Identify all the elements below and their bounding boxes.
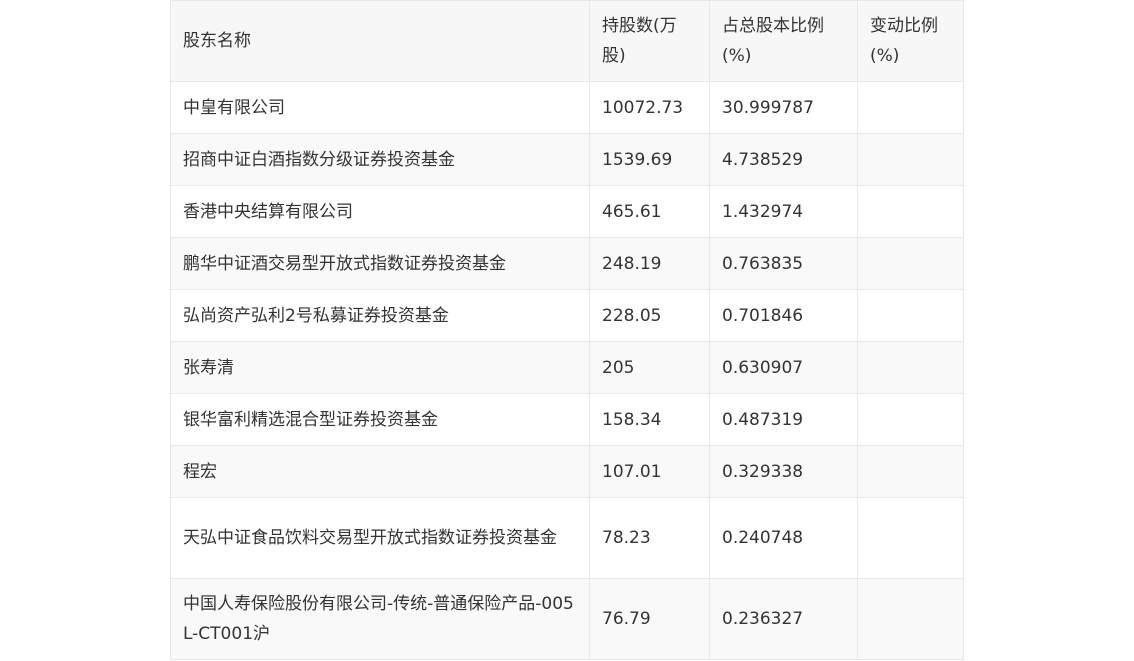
cell-shares-held: 158.34 (589, 393, 710, 446)
cell-change-ratio (857, 133, 964, 186)
cell-change-ratio (857, 81, 964, 134)
header-change-ratio: 变动比例(%) (857, 0, 964, 82)
cell-shares-held: 465.61 (589, 185, 710, 238)
cell-shareholder-name: 天弘中证食品饮料交易型开放式指数证券投资基金 (170, 497, 590, 579)
cell-share-ratio: 1.432974 (709, 185, 858, 238)
cell-change-ratio (857, 578, 964, 660)
cell-change-ratio (857, 497, 964, 579)
header-shareholder-name: 股东名称 (170, 0, 590, 82)
cell-shareholder-name: 鹏华中证酒交易型开放式指数证券投资基金 (170, 237, 590, 290)
cell-shares-held: 1539.69 (589, 133, 710, 186)
cell-change-ratio (857, 289, 964, 342)
cell-change-ratio (857, 393, 964, 446)
cell-share-ratio: 0.236327 (709, 578, 858, 660)
cell-share-ratio: 30.999787 (709, 81, 858, 134)
cell-share-ratio: 0.763835 (709, 237, 858, 290)
cell-shareholder-name: 中国人寿保险股份有限公司-传统-普通保险产品-005L-CT001沪 (170, 578, 590, 660)
table-row: 张寿清 205 0.630907 (170, 341, 964, 394)
table-row: 招商中证白酒指数分级证券投资基金 1539.69 4.738529 (170, 133, 964, 186)
cell-shareholder-name: 银华富利精选混合型证券投资基金 (170, 393, 590, 446)
header-shares-held: 持股数(万股) (589, 0, 710, 82)
cell-change-ratio (857, 341, 964, 394)
cell-share-ratio: 4.738529 (709, 133, 858, 186)
cell-share-ratio: 0.329338 (709, 445, 858, 498)
cell-share-ratio: 0.240748 (709, 497, 858, 579)
cell-change-ratio (857, 237, 964, 290)
table-row: 天弘中证食品饮料交易型开放式指数证券投资基金 78.23 0.240748 (170, 497, 964, 579)
cell-shares-held: 228.05 (589, 289, 710, 342)
cell-shares-held: 78.23 (589, 497, 710, 579)
cell-shareholder-name: 弘尚资产弘利2号私募证券投资基金 (170, 289, 590, 342)
table-header-row: 股东名称 持股数(万股) 占总股本比例(%) 变动比例(%) (170, 0, 964, 82)
cell-shareholder-name: 招商中证白酒指数分级证券投资基金 (170, 133, 590, 186)
table-row: 程宏 107.01 0.329338 (170, 445, 964, 498)
cell-shares-held: 205 (589, 341, 710, 394)
cell-shares-held: 248.19 (589, 237, 710, 290)
cell-change-ratio (857, 445, 964, 498)
table-row: 鹏华中证酒交易型开放式指数证券投资基金 248.19 0.763835 (170, 237, 964, 290)
cell-change-ratio (857, 185, 964, 238)
header-share-ratio: 占总股本比例(%) (709, 0, 858, 82)
cell-shares-held: 107.01 (589, 445, 710, 498)
table-row: 中皇有限公司 10072.73 30.999787 (170, 81, 964, 134)
cell-share-ratio: 0.487319 (709, 393, 858, 446)
cell-shareholder-name: 张寿清 (170, 341, 590, 394)
cell-shares-held: 76.79 (589, 578, 710, 660)
cell-shareholder-name: 程宏 (170, 445, 590, 498)
table-row: 银华富利精选混合型证券投资基金 158.34 0.487319 (170, 393, 964, 446)
cell-share-ratio: 0.630907 (709, 341, 858, 394)
shareholders-table-container: 股东名称 持股数(万股) 占总股本比例(%) 变动比例(%) 中皇有限公司 10… (170, 0, 964, 660)
cell-shareholder-name: 香港中央结算有限公司 (170, 185, 590, 238)
table-row: 香港中央结算有限公司 465.61 1.432974 (170, 185, 964, 238)
cell-shareholder-name: 中皇有限公司 (170, 81, 590, 134)
table-row: 弘尚资产弘利2号私募证券投资基金 228.05 0.701846 (170, 289, 964, 342)
table-row: 中国人寿保险股份有限公司-传统-普通保险产品-005L-CT001沪 76.79… (170, 578, 964, 660)
shareholders-table: 股东名称 持股数(万股) 占总股本比例(%) 变动比例(%) 中皇有限公司 10… (170, 0, 964, 660)
cell-shares-held: 10072.73 (589, 81, 710, 134)
cell-share-ratio: 0.701846 (709, 289, 858, 342)
